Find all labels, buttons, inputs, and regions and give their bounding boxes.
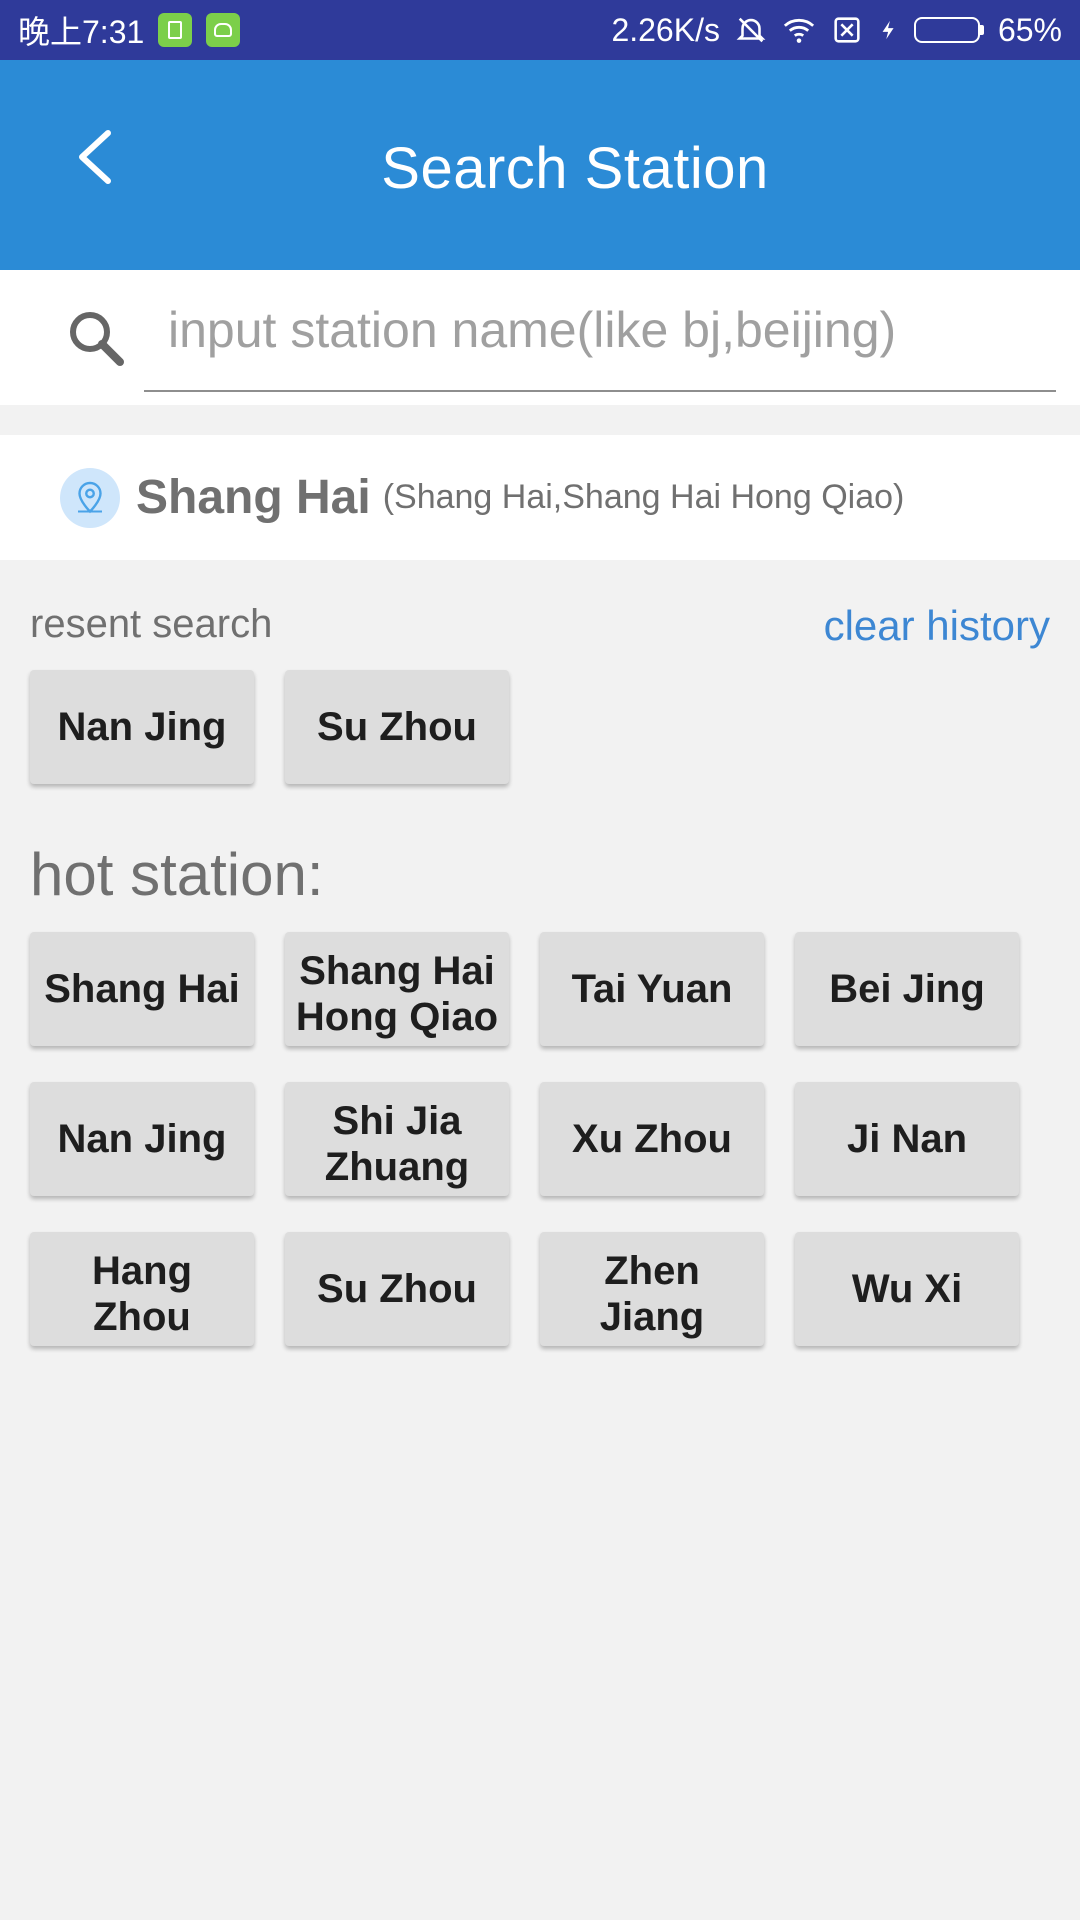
hot-station-chip[interactable]: Su Zhou <box>285 1232 509 1346</box>
no-sim-icon <box>834 17 860 43</box>
status-time: 晚上7:31 <box>18 14 145 50</box>
location-detail: (Shang Hai,Shang Hai Hong Qiao) <box>382 478 905 516</box>
hot-station-label: hot station: <box>30 841 324 908</box>
hot-station-chip[interactable]: Ji Nan <box>795 1082 1019 1196</box>
hot-station-chip[interactable]: Shang Hai Hong Qiao <box>285 932 509 1046</box>
hot-station-chip[interactable]: Shi Jia Zhuang <box>285 1082 509 1196</box>
recent-chip[interactable]: Su Zhou <box>285 670 509 784</box>
battery-icon <box>913 17 984 43</box>
mute-bell-icon <box>736 17 766 43</box>
charging-icon <box>882 20 894 40</box>
search-underline <box>144 390 1056 392</box>
location-city: Shang Hai <box>136 471 371 524</box>
search-icon <box>70 312 124 366</box>
hot-station-chip[interactable]: Hang Zhou <box>30 1232 254 1346</box>
recent-search-label: resent search <box>30 602 273 646</box>
battery-percent: 65% <box>997 11 1062 48</box>
current-location-row[interactable]: Shang Hai (Shang Hai,Shang Hai Hong Qiao… <box>0 435 1080 560</box>
hot-station-chip[interactable]: Wu Xi <box>795 1232 1019 1346</box>
network-speed: 2.26K/s <box>611 11 720 48</box>
wifi-icon <box>783 18 815 43</box>
recent-chip[interactable]: Nan Jing <box>30 670 254 784</box>
android-app-icon <box>206 13 241 47</box>
hot-station-chip[interactable]: Shang Hai <box>30 932 254 1046</box>
search-bar <box>0 270 1080 405</box>
search-input[interactable] <box>144 298 1056 362</box>
page-title: Search Station <box>381 136 769 201</box>
hot-station-chip[interactable]: Tai Yuan <box>540 932 764 1046</box>
location-pin-icon <box>60 467 120 528</box>
hot-station-chip[interactable]: Xu Zhou <box>540 1082 764 1196</box>
hot-station-chip[interactable]: Nan Jing <box>30 1082 254 1196</box>
sim-app-icon <box>158 13 193 47</box>
status-bar: 晚上7:31 2.26K/s 65% <box>0 0 1080 60</box>
app-bar: Search Station <box>0 60 1080 270</box>
hot-station-chip[interactable]: Zhen Jiang <box>540 1232 764 1346</box>
hot-station-chip[interactable]: Bei Jing <box>795 932 1019 1046</box>
clear-history-link[interactable]: clear history <box>824 602 1050 650</box>
